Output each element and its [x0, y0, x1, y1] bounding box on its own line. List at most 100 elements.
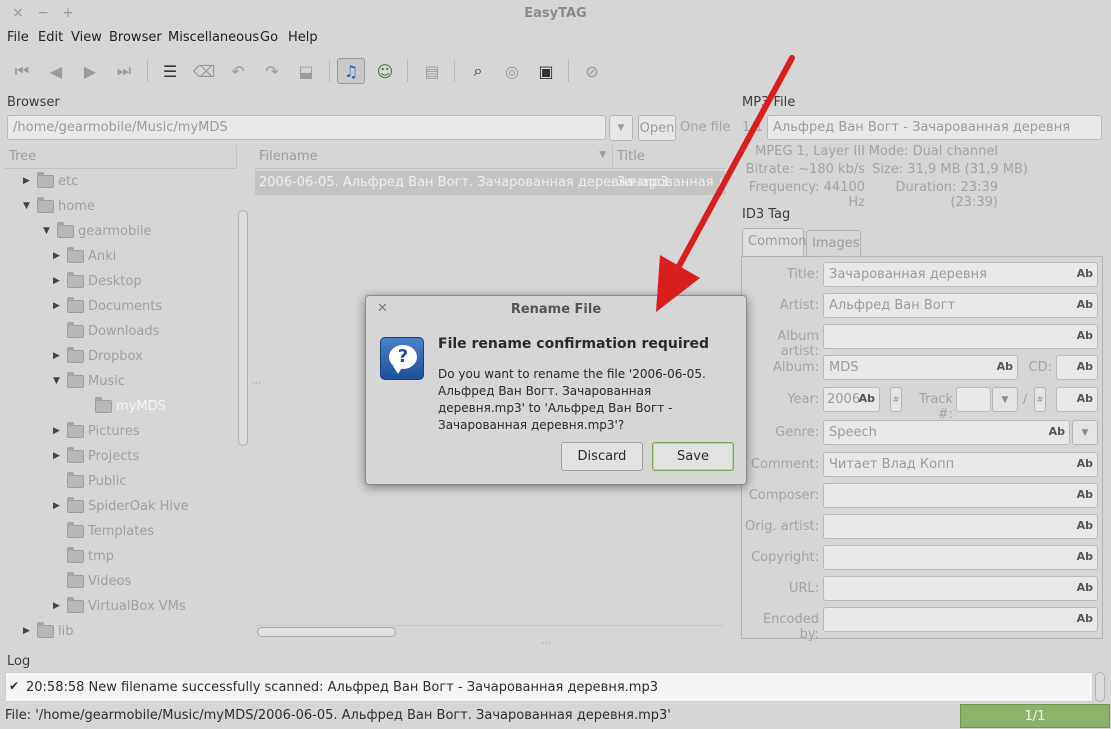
redo-icon[interactable]: ↷	[258, 58, 286, 84]
collapsed-arrow-icon[interactable]: ▶	[53, 276, 63, 286]
ab-icon[interactable]: Ab	[1077, 329, 1093, 342]
collapsed-arrow-icon[interactable]: ▶	[53, 301, 63, 311]
tree-node[interactable]: ▶ lib	[23, 620, 73, 640]
tree-node[interactable]: ▼ gearmobile	[43, 220, 151, 242]
tree-node[interactable]: ▶ etc	[23, 170, 78, 192]
search-icon[interactable]: ⌕	[464, 58, 492, 84]
tree-node[interactable]: ▶ Documents	[53, 295, 162, 317]
comment-field[interactable]: Читает Влад Копп Ab	[823, 452, 1098, 477]
playlist-icon[interactable]: ▣	[532, 58, 560, 84]
tree-node[interactable]: myMDS	[81, 395, 166, 417]
collapsed-arrow-icon[interactable]: ▶	[23, 626, 33, 636]
composer-field[interactable]: Ab	[823, 483, 1098, 508]
encoded-by-field[interactable]: Ab	[823, 607, 1098, 632]
cd-field[interactable]: Ab	[1056, 355, 1098, 380]
tree-node[interactable]: Downloads	[53, 320, 159, 342]
go-next-icon[interactable]: ▶	[76, 58, 104, 84]
cd-icon[interactable]: ◎	[498, 58, 526, 84]
ab-icon[interactable]: Ab	[997, 360, 1013, 373]
mp3-filename-entry[interactable]: Альфред Ван Вогт - Зачарованная деревня	[767, 115, 1102, 140]
track-dropdown-icon[interactable]: ▼	[992, 387, 1018, 412]
collapsed-arrow-icon[interactable]: ▶	[53, 251, 63, 261]
list-view-icon[interactable]: ▤	[418, 58, 446, 84]
ab-icon[interactable]: Ab	[1077, 392, 1093, 405]
go-previous-icon[interactable]: ◀	[42, 58, 70, 84]
tree-node[interactable]: Videos	[53, 570, 131, 592]
track-total-field[interactable]: Ab	[1056, 387, 1098, 412]
ab-icon[interactable]: Ab	[1077, 519, 1093, 532]
ab-icon[interactable]: Ab	[1077, 488, 1093, 501]
menu-browser[interactable]: Browser	[109, 30, 162, 45]
tree-scrollbar[interactable]	[238, 210, 248, 446]
tree-node[interactable]: ▶ VirtualBox VMs	[53, 595, 186, 617]
collapsed-arrow-icon[interactable]: ▶	[53, 426, 63, 436]
collapsed-arrow-icon[interactable]: ▶	[53, 351, 63, 361]
collapsed-arrow-icon[interactable]: ▶	[23, 176, 33, 186]
save-down-icon[interactable]: ⬓	[292, 58, 320, 84]
expanded-arrow-icon[interactable]: ▼	[53, 376, 63, 386]
filename-column-header[interactable]: Filename ▼	[255, 145, 613, 169]
expanded-arrow-icon[interactable]: ▼	[23, 201, 33, 211]
stop-icon[interactable]: ⊘	[578, 58, 606, 84]
ab-icon[interactable]: Ab	[1077, 457, 1093, 470]
tree-node[interactable]: ▶ Desktop	[53, 270, 142, 292]
copyright-field[interactable]: Ab	[823, 545, 1098, 570]
music-note-icon[interactable]: ♫	[337, 58, 365, 84]
ab-icon[interactable]: Ab	[859, 392, 875, 405]
menu-edit[interactable]: Edit	[38, 30, 63, 45]
menu-view[interactable]: View	[71, 30, 102, 45]
tree-node[interactable]: tmp	[53, 545, 114, 567]
collapsed-arrow-icon[interactable]: ▶	[53, 451, 63, 461]
ab-icon[interactable]: Ab	[1077, 581, 1093, 594]
url-field[interactable]: Ab	[823, 576, 1098, 601]
tree-node[interactable]: ▼ home	[23, 195, 95, 217]
log-scrollbar[interactable]	[1095, 672, 1105, 702]
artist-field[interactable]: Альфред Ван Вогт Ab	[823, 293, 1098, 318]
tree-node[interactable]: ▶ SpiderOak Hive	[53, 495, 189, 517]
ab-icon[interactable]: Ab	[1077, 360, 1093, 373]
tree-node[interactable]: Templates	[53, 520, 154, 542]
ab-icon[interactable]: Ab	[1077, 550, 1093, 563]
file-list-hscrollbar[interactable]	[257, 627, 396, 637]
menu-go[interactable]: Go	[260, 30, 278, 45]
menu-help[interactable]: Help	[288, 30, 318, 45]
tree-node[interactable]: ▶ Projects	[53, 445, 139, 467]
tree-node[interactable]: ▶ Pictures	[53, 420, 139, 442]
undo-icon[interactable]: ↶	[224, 58, 252, 84]
genre-dropdown-icon[interactable]: ▼	[1072, 420, 1098, 445]
ab-icon[interactable]: Ab	[1077, 298, 1093, 311]
ab-icon[interactable]: Ab	[1077, 612, 1093, 625]
go-last-icon[interactable]: ⏭	[110, 58, 138, 84]
track-total-hash-button[interactable]: #	[1034, 387, 1046, 412]
path-entry[interactable]: /home/gearmobile/Music/myMDS	[7, 115, 606, 140]
menu-miscellaneous[interactable]: Miscellaneous	[168, 30, 259, 45]
track-field[interactable]	[956, 387, 991, 412]
tab-images[interactable]: Images	[806, 230, 861, 257]
collapsed-arrow-icon[interactable]: ▶	[53, 601, 63, 611]
clear-icon[interactable]: ⌫	[190, 58, 218, 84]
album-field[interactable]: MDS Ab	[823, 355, 1018, 380]
tree-header[interactable]: Tree	[5, 145, 237, 169]
discard-button[interactable]: Discard	[561, 442, 643, 471]
select-list-icon[interactable]: ☰	[156, 58, 184, 84]
go-first-icon[interactable]: ⏮	[8, 58, 36, 84]
track-hash-button[interactable]: #	[890, 387, 902, 412]
tree-node[interactable]: ▶ Anki	[53, 245, 116, 267]
year-field[interactable]: 2006 Ab	[823, 387, 880, 412]
tree-node[interactable]: ▶ Dropbox	[53, 345, 143, 367]
collapsed-arrow-icon[interactable]: ▶	[53, 501, 63, 511]
menu-file[interactable]: File	[7, 30, 29, 45]
expanded-arrow-icon[interactable]: ▼	[43, 226, 53, 236]
user-settings-icon[interactable]: ☺	[371, 58, 399, 84]
orig-artist-field[interactable]: Ab	[823, 514, 1098, 539]
genre-field[interactable]: Speech Ab	[823, 420, 1070, 445]
title-field[interactable]: Зачарованная деревня Ab	[823, 262, 1098, 287]
save-button[interactable]: Save	[652, 442, 734, 471]
album-artist-field[interactable]: Ab	[823, 324, 1098, 349]
ab-icon[interactable]: Ab	[1049, 425, 1065, 438]
ab-icon[interactable]: Ab	[1077, 267, 1093, 280]
pane-handle-horizontal[interactable]: ⋯	[541, 638, 551, 649]
tree-node[interactable]: Public	[53, 470, 126, 492]
path-dropdown-icon[interactable]: ▼	[609, 115, 633, 141]
tree-node[interactable]: ▼ Music	[53, 370, 125, 392]
